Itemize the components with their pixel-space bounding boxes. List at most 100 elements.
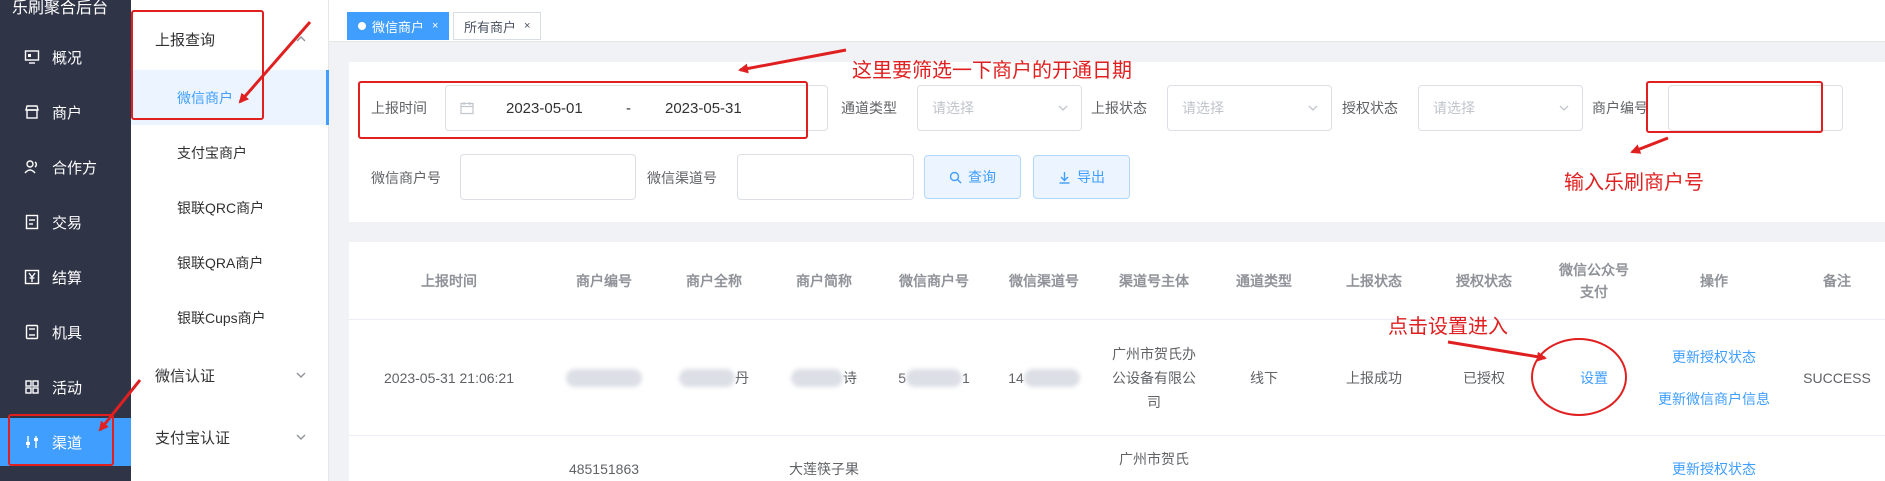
submenu-group-wechat-auth[interactable]: 微信认证 xyxy=(131,346,329,404)
submenu-group-label: 上报查询 xyxy=(155,31,216,49)
users-icon xyxy=(24,159,40,175)
submenu-item-alipay-merchant[interactable]: 支付宝商户 xyxy=(131,125,329,180)
sidebar-item-settlement[interactable]: 结算 xyxy=(0,253,131,301)
merchant-short-name-tail: 诗 xyxy=(843,370,857,386)
channel-submenu: 上报查询 微信商户 支付宝商户 银联QRC商户 银联QRA商户 银联Cups商户… xyxy=(131,0,329,481)
redacted-blur xyxy=(1023,369,1080,387)
select-placeholder: 请选择 xyxy=(1182,100,1224,116)
tab-bar: 微信商户 × 所有商户 × xyxy=(329,0,1885,42)
sidebar-item-device[interactable]: 机具 xyxy=(0,308,131,356)
column-header: 微信公众号支付 xyxy=(1559,262,1629,300)
report-date-range[interactable]: 2023-05-01 - 2023-05-31 xyxy=(445,85,828,131)
search-icon xyxy=(949,171,962,184)
submenu-group-label: 支付宝认证 xyxy=(155,429,231,447)
wechat-merchant-no-input[interactable] xyxy=(460,154,636,200)
report-status-select[interactable]: 请选择 xyxy=(1167,85,1332,131)
merchant-full-name-cell: 丹 xyxy=(659,320,769,436)
sidebar-item-partner[interactable]: 合作方 xyxy=(0,143,131,191)
date-end[interactable]: 2023-05-31 xyxy=(665,100,742,117)
sidebar-item-label: 概况 xyxy=(52,49,83,67)
filter-panel: 上报时间 2023-05-01 - 2023-05-31 通道类型 请选择 上报… xyxy=(349,62,1885,222)
select-placeholder: 请选择 xyxy=(1433,100,1475,116)
tab-label: 微信商户 xyxy=(372,19,425,35)
chevron-up-icon xyxy=(295,32,307,49)
sidebar-item-label: 交易 xyxy=(52,214,83,232)
sidebar-item-activity[interactable]: 活动 xyxy=(0,363,131,411)
close-icon[interactable]: × xyxy=(432,20,438,32)
wechat-merchant-no-head: 5 xyxy=(898,370,906,386)
channel-type-cell: 线下 xyxy=(1250,370,1278,386)
annotation-merchant-no-note: 输入乐刷商户号 xyxy=(1564,172,1704,194)
update-wechat-merchant-info-link[interactable]: 更新微信商户信息 xyxy=(1658,378,1770,420)
date-start[interactable]: 2023-05-01 xyxy=(506,100,583,117)
setting-link[interactable]: 设置 xyxy=(1580,366,1608,390)
store-icon xyxy=(24,104,40,120)
sidebar-item-merchant[interactable]: 商户 xyxy=(0,88,131,136)
grid-icon xyxy=(24,379,40,395)
sidebar-item-label: 合作方 xyxy=(52,159,98,177)
submenu-group-alipay-auth[interactable]: 支付宝认证 xyxy=(131,408,329,466)
channel-type-select[interactable]: 请选择 xyxy=(917,85,1082,131)
monitor-icon xyxy=(24,49,40,65)
document-icon xyxy=(24,214,40,230)
close-icon[interactable]: × xyxy=(524,20,530,32)
submenu-item-unionpay-qrc[interactable]: 银联QRC商户 xyxy=(131,180,329,235)
table-row: 2023-05-31 21:06:21 丹 诗 51 14 广州市贺氏办公设备有… xyxy=(349,320,1885,436)
wechat-merchant-no-tail: 1 xyxy=(962,370,970,386)
channel-type-label: 通道类型 xyxy=(841,100,897,116)
sliders-icon xyxy=(24,434,40,450)
merchant-short-name-cell: 诗 xyxy=(769,320,879,436)
update-auth-status-link[interactable]: 更新授权状态 xyxy=(1672,457,1756,481)
submenu-item-wechat-merchant[interactable]: 微信商户 xyxy=(131,70,329,125)
sidebar-item-channel[interactable]: 渠道 xyxy=(0,418,139,466)
redacted-blur xyxy=(566,369,642,387)
wechat-merchant-no-cell: 51 xyxy=(879,320,989,436)
sidebar-item-transaction[interactable]: 交易 xyxy=(0,198,131,246)
submenu-item-label: 银联QRA商户 xyxy=(177,254,264,271)
tab-wechat-merchant[interactable]: 微信商户 × xyxy=(347,12,450,40)
calendar-icon xyxy=(460,101,474,115)
table-header: 上报时间 商户编号 商户全称 商户简称 微信商户号 微信渠道号 渠道号主体 通道… xyxy=(349,242,1885,320)
sidebar-item-label: 活动 xyxy=(52,379,83,397)
sidebar-item-label: 结算 xyxy=(52,269,83,287)
button-label: 查询 xyxy=(968,169,996,185)
annotation-setting-note: 点击设置进入 xyxy=(1388,316,1508,338)
merchant-no-cell: 485151863 xyxy=(568,461,640,477)
merchant-no-label: 商户编号 xyxy=(1592,100,1648,116)
sidebar-item-overview[interactable]: 概况 xyxy=(0,33,131,81)
search-button[interactable]: 查询 xyxy=(924,155,1021,199)
wechat-merchant-table: 上报时间 商户编号 商户全称 商户简称 微信商户号 微信渠道号 渠道号主体 通道… xyxy=(349,242,1885,481)
channel-entity-cell: 广州市贺氏 xyxy=(1119,450,1189,467)
column-header: 通道类型 xyxy=(1236,273,1292,289)
merchant-no-input[interactable] xyxy=(1668,85,1843,131)
column-header: 商户编号 xyxy=(576,273,632,289)
actions-cell: 更新授权状态 xyxy=(1639,436,1789,481)
submenu-item-unionpay-cups[interactable]: 银联Cups商户 xyxy=(131,290,329,345)
setting-cell: 设置 xyxy=(1549,320,1639,436)
tab-label: 所有商户 xyxy=(464,19,517,35)
tab-all-merchants[interactable]: 所有商户 × xyxy=(453,12,542,40)
submenu-item-unionpay-qra[interactable]: 银联QRA商户 xyxy=(131,235,329,290)
button-label: 导出 xyxy=(1077,169,1105,185)
wechat-channel-no-head: 14 xyxy=(1008,370,1024,386)
annotation-date-note: 这里要筛选一下商户的开通日期 xyxy=(852,60,1132,82)
remark-cell: SUCCESS xyxy=(1803,370,1871,386)
redacted-blur xyxy=(906,369,962,387)
wechat-channel-no-input[interactable] xyxy=(737,154,914,200)
report-status-label: 上报状态 xyxy=(1091,100,1147,116)
export-button[interactable]: 导出 xyxy=(1033,155,1130,199)
merchant-full-name-tail: 丹 xyxy=(735,370,749,386)
submenu-group-report-query[interactable]: 上报查询 xyxy=(131,10,329,68)
auth-status-select[interactable]: 请选择 xyxy=(1418,85,1583,131)
update-auth-status-link[interactable]: 更新授权状态 xyxy=(1672,336,1756,378)
chevron-down-icon xyxy=(295,430,307,447)
column-header: 备注 xyxy=(1823,273,1851,289)
wechat-channel-no-label: 微信渠道号 xyxy=(647,170,717,186)
column-header: 授权状态 xyxy=(1456,273,1512,289)
redacted-blur xyxy=(791,369,843,387)
merchant-no-cell xyxy=(549,320,659,436)
column-header: 上报状态 xyxy=(1346,273,1402,289)
submenu-item-label: 银联Cups商户 xyxy=(177,309,266,326)
chevron-down-icon xyxy=(295,368,307,385)
table-row: 485151863 大莲筷子果 广州市贺氏 更新授权状态 xyxy=(349,436,1885,481)
